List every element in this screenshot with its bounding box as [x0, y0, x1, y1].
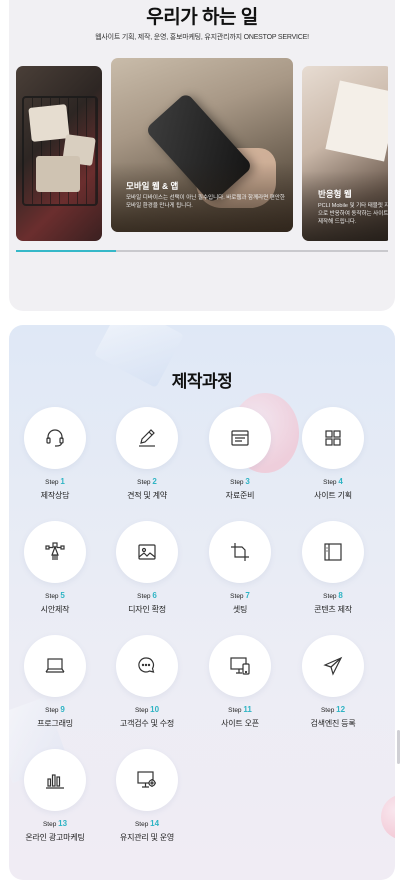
step-number: 1: [60, 477, 65, 486]
vector-pen-icon: [45, 542, 65, 560]
laptop-icon: [45, 658, 65, 673]
step-name: 온라인 광고마케팅: [25, 833, 85, 842]
grid-icon: [325, 430, 341, 446]
step-8: Step 8 콘텐츠 제작: [287, 521, 379, 631]
services-section: 우리가 하는 일 웹사이트 기획, 제작, 운영, 홍보마케팅, 유지관리까지 …: [9, 0, 395, 311]
layout-sidebar-icon: [324, 543, 342, 561]
step-7: Step 7 셋팅: [194, 521, 286, 631]
step-name: 고객검수 및 수정: [119, 719, 175, 728]
step-number: 7: [245, 591, 250, 600]
step-number: 4: [338, 477, 343, 486]
step-number: 14: [150, 819, 160, 828]
step-name: 유지관리 및 운영: [119, 833, 175, 842]
slide-description: PCLI Mobile 및 기타 태블릿 자동으로 반응하여 동작하는 사이트로…: [318, 203, 388, 225]
step-name: 검색엔진 등록: [310, 719, 356, 728]
step-13: Step 13 온라인 광고마케팅: [9, 749, 101, 859]
step-5: Step 5 시안제작: [9, 521, 101, 631]
bar-chart-icon: [46, 774, 64, 789]
step-name: 시안제작: [40, 605, 70, 614]
step-name: 견적 및 계약: [127, 491, 167, 500]
step-number: 13: [58, 819, 68, 828]
step-10: Step 10 고객검수 및 수정: [101, 635, 193, 745]
step-number: 3: [245, 477, 250, 486]
monitor-gear-icon: [137, 771, 156, 788]
devices-icon: [230, 657, 250, 675]
step-1: Step 1 제작상담: [9, 407, 101, 517]
services-title: 우리가 하는 일: [146, 7, 258, 28]
process-section: 제작과정 Step 1 제작상담 Step 2 견적 및 계약 Step 3 자…: [9, 325, 395, 880]
step-number: 11: [243, 705, 252, 714]
step-name: 자료준비: [225, 491, 255, 500]
slide-mobile-web[interactable]: 모바일 웹 & 앱 모바일 디바이스는 선택이 아닌 필수입니다. 바로웹과 함…: [111, 58, 293, 232]
step-12: Step 12 검색엔진 등록: [287, 635, 379, 745]
step-name: 셋팅: [232, 605, 248, 614]
step-11: Step 11 사이트 오픈: [194, 635, 286, 745]
step-6: Step 6 디자인 확정: [101, 521, 193, 631]
slider-progress-fill: [16, 250, 117, 252]
step-number: 12: [336, 705, 346, 714]
step-4: Step 4 사이트 기획: [287, 407, 379, 517]
step-number: 5: [60, 591, 65, 600]
step-number: 8: [338, 591, 343, 600]
slider-progress-bar[interactable]: [16, 250, 388, 252]
scrollbar-thumb[interactable]: [397, 730, 400, 764]
step-number: 9: [60, 705, 65, 714]
chat-bubbles-icon: [138, 657, 155, 673]
step-name: 제작상담: [40, 491, 70, 500]
process-title: 제작과정: [171, 372, 233, 391]
slide-shopping[interactable]: [16, 66, 102, 241]
slide-title: 모바일 웹 & 앱: [126, 181, 179, 191]
pen-icon: [139, 429, 155, 447]
step-name: 디자인 확정: [128, 605, 166, 614]
headset-icon: [46, 429, 64, 447]
step-name: 프로그래밍: [37, 719, 73, 728]
step-3: Step 3 자료준비: [194, 407, 286, 517]
slide-title: 반응형 웹: [318, 189, 352, 199]
crop-icon: [231, 543, 249, 561]
step-2: Step 2 견적 및 계약: [101, 407, 193, 517]
step-name: 콘텐츠 제작: [314, 605, 352, 614]
slide-description: 모바일 디바이스는 선택이 아닌 필수입니다. 바로웹과 함께라면 편안한 모바…: [126, 195, 285, 209]
browser-window-icon: [231, 430, 249, 446]
step-number: 2: [152, 477, 157, 486]
paper-plane-icon: [323, 656, 343, 676]
step-name: 사이트 기획: [314, 491, 352, 500]
step-name: 사이트 오픈: [221, 719, 259, 728]
step-14: Step 14 유지관리 및 운영: [101, 749, 193, 859]
step-number: 10: [150, 705, 160, 714]
step-number: 6: [152, 591, 157, 600]
services-slider[interactable]: 모바일 웹 & 앱 모바일 디바이스는 선택이 아닌 필수입니다. 바로웹과 함…: [16, 58, 388, 263]
step-9: Step 9 프로그래밍: [9, 635, 101, 745]
services-subtitle: 웹사이트 기획, 제작, 운영, 홍보마케팅, 유지관리까지 ONESTOP S…: [95, 34, 309, 41]
slide-responsive-web[interactable]: 반응형 웹 PCLI Mobile 및 기타 태블릿 자동으로 반응하여 동작하…: [302, 66, 388, 241]
image-icon: [138, 544, 156, 560]
